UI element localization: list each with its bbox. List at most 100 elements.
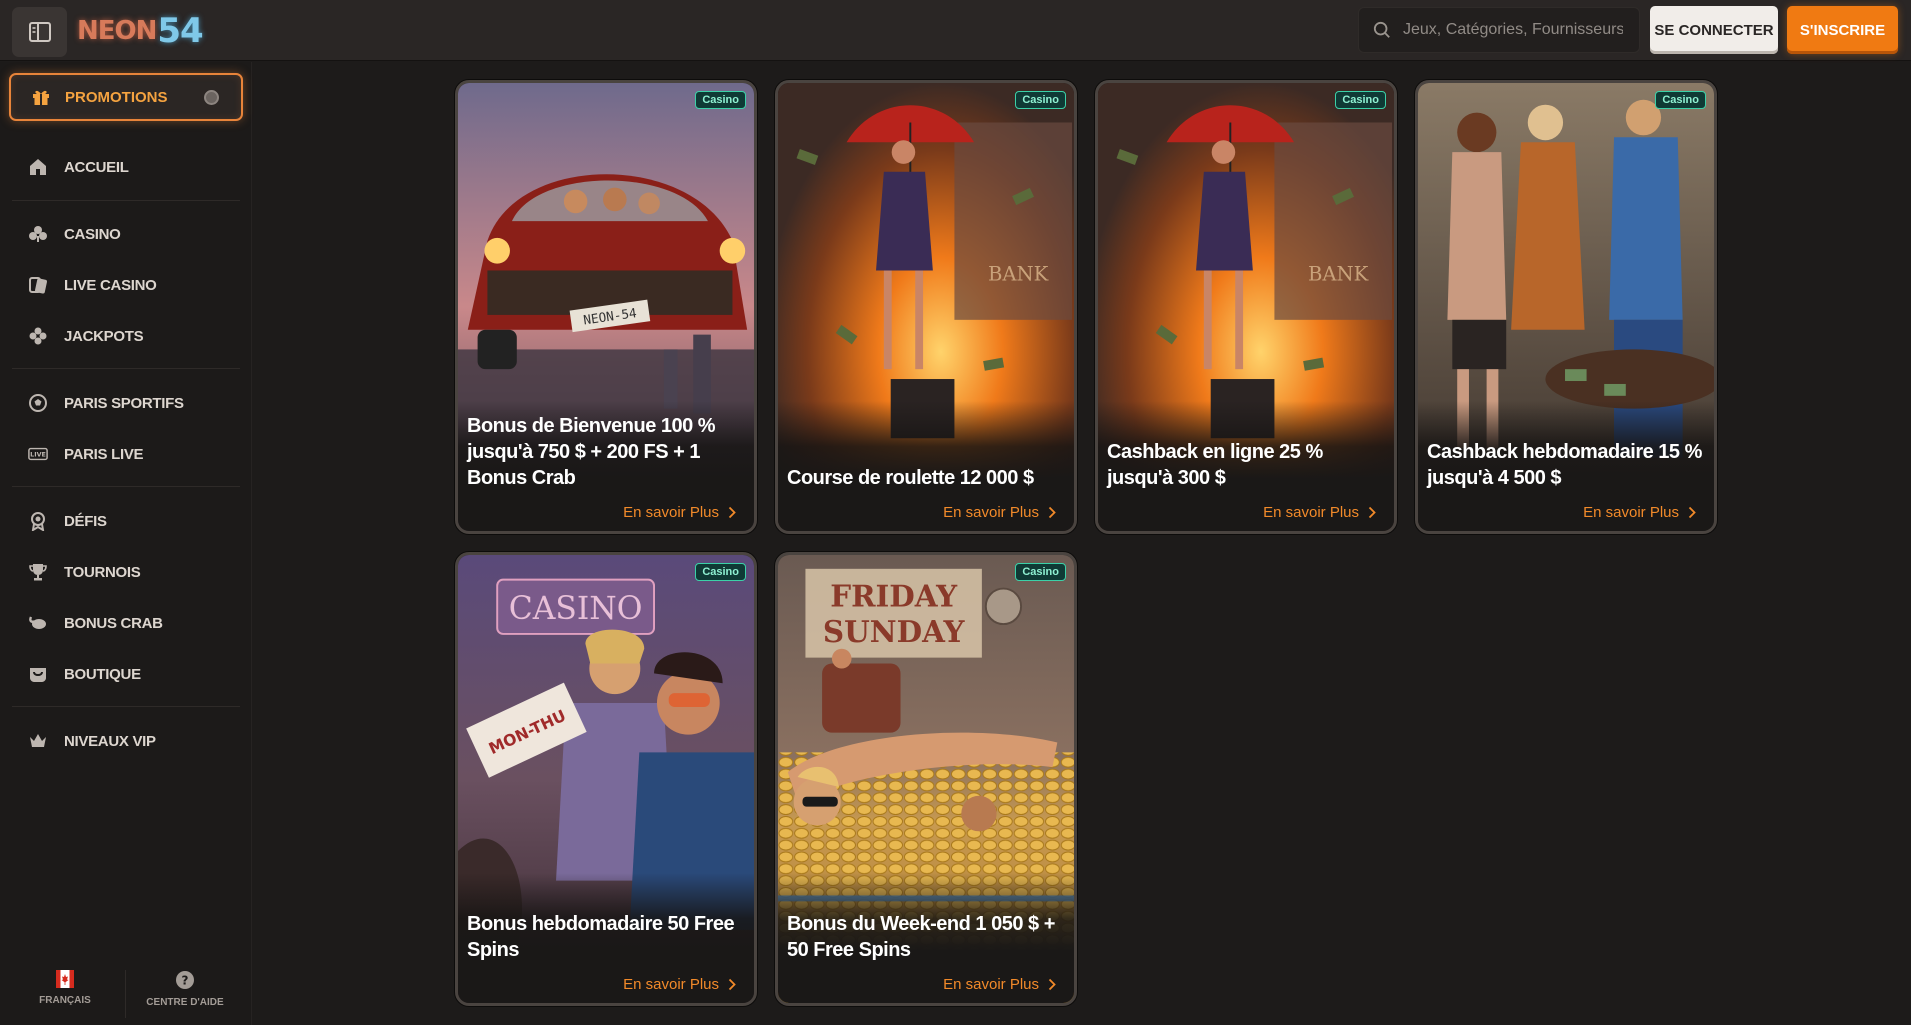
svg-text:FRIDAY: FRIDAY <box>830 578 958 613</box>
login-button[interactable]: SE CONNECTER <box>1650 6 1778 54</box>
sidebar-item-jackpots[interactable]: JACKPOTS <box>28 321 144 351</box>
help-label: CENTRE D'AIDE <box>146 997 224 1008</box>
sidebar-toggle-icon <box>28 22 51 42</box>
footer-divider <box>125 970 126 1018</box>
category-badge: Casino <box>1335 91 1386 109</box>
sidebar-item-bonus-crab[interactable]: BONUS CRAB <box>28 608 163 638</box>
promo-title: Cashback hebdomadaire 15 % jusqu'à 4 500… <box>1427 441 1702 489</box>
learn-more-label: En savoir Plus <box>943 976 1039 993</box>
learn-more-link[interactable]: En savoir Plus <box>943 504 1056 521</box>
home-icon <box>28 157 48 177</box>
sidebar-item-vip[interactable]: NIVEAUX VIP <box>28 726 156 756</box>
category-badge: Casino <box>1015 563 1066 581</box>
award-icon <box>28 511 48 531</box>
learn-more-link[interactable]: En savoir Plus <box>623 976 736 993</box>
canada-flag-icon <box>56 970 74 988</box>
cards-icon <box>28 275 48 295</box>
sidebar-item-label: PROMOTIONS <box>65 88 168 106</box>
coin-icon <box>204 90 219 105</box>
signup-button[interactable]: S'INSCRIRE <box>1787 6 1898 54</box>
svg-text:SUNDAY: SUNDAY <box>823 614 966 649</box>
learn-more-link[interactable]: En savoir Plus <box>1263 504 1376 521</box>
chevron-right-icon <box>1368 506 1376 519</box>
promo-card-online-cashback[interactable]: BANK Casino Cashback en ligne 25 % jusqu… <box>1095 80 1397 534</box>
sidebar-item-challenges[interactable]: DÉFIS <box>28 506 107 536</box>
learn-more-link[interactable]: En savoir Plus <box>1583 504 1696 521</box>
svg-text:BANK: BANK <box>1308 262 1369 285</box>
gift-icon <box>33 90 49 105</box>
learn-more-label: En savoir Plus <box>1583 504 1679 521</box>
promo-title: Cashback en ligne 25 % jusqu'à 300 $ <box>1107 441 1323 489</box>
search-input[interactable] <box>1403 21 1623 39</box>
category-badge: Casino <box>695 563 746 581</box>
sidebar-divider <box>12 368 240 369</box>
chevron-right-icon <box>1048 506 1056 519</box>
promo-card-welcome-bonus[interactable]: NEON-54 Casino Bonus de Bienvenue 100 % … <box>455 80 757 534</box>
sidebar-divider <box>12 706 240 707</box>
category-badge: Casino <box>1655 91 1706 109</box>
learn-more-label: En savoir Plus <box>623 976 719 993</box>
promo-title: Bonus hebdomadaire 50 Free Spins <box>467 913 735 961</box>
chevron-right-icon <box>728 506 736 519</box>
sidebar-item-label: DÉFIS <box>64 512 107 530</box>
crown-icon <box>28 731 48 751</box>
sidebar-item-home[interactable]: ACCUEIL <box>28 152 129 182</box>
promo-title: Bonus de Bienvenue 100 % jusqu'à 750 $ +… <box>467 415 716 489</box>
promo-card-weekend-bonus[interactable]: FRIDAY SUNDAY Casino Bonus du Week-end 1… <box>775 552 1077 1006</box>
sidebar-item-shop[interactable]: BOUTIQUE <box>28 659 141 689</box>
help-icon: ? <box>176 971 194 989</box>
sidebar-item-label: BONUS CRAB <box>64 614 163 632</box>
learn-more-label: En savoir Plus <box>1263 504 1359 521</box>
sidebar: PROMOTIONS ACCUEIL CASINO LIVE CASINO JA… <box>0 62 252 1025</box>
sidebar-item-label: PARIS LIVE <box>64 445 144 463</box>
sidebar-divider <box>12 200 240 201</box>
promo-card-weekly-cashback[interactable]: Casino Cashback hebdomadaire 15 % jusqu'… <box>1415 80 1717 534</box>
svg-text:?: ? <box>182 974 189 988</box>
category-badge: Casino <box>1015 91 1066 109</box>
help-center-link[interactable]: ? CENTRE D'AIDE <box>130 970 240 1020</box>
sidebar-item-label: TOURNOIS <box>64 563 141 581</box>
shop-icon <box>28 664 48 684</box>
sidebar-item-live-casino[interactable]: LIVE CASINO <box>28 270 157 300</box>
sidebar-toggle-button[interactable] <box>12 7 67 57</box>
learn-more-link[interactable]: En savoir Plus <box>623 504 736 521</box>
neon54-logo[interactable]: NEON 54 <box>77 10 204 52</box>
sidebar-item-label: PARIS SPORTIFS <box>64 394 184 412</box>
language-label: FRANÇAIS <box>39 995 91 1006</box>
learn-more-label: En savoir Plus <box>943 504 1039 521</box>
logo-text: NEON <box>77 16 157 46</box>
live-icon: LIVE <box>28 444 48 464</box>
sidebar-item-promotions[interactable]: PROMOTIONS <box>9 73 243 121</box>
language-selector[interactable]: FRANÇAIS <box>10 970 120 1020</box>
soccer-ball-icon <box>28 393 48 413</box>
learn-more-label: En savoir Plus <box>623 504 719 521</box>
sidebar-item-label: CASINO <box>64 225 121 243</box>
sidebar-item-casino[interactable]: CASINO <box>28 219 121 249</box>
sidebar-divider <box>12 486 240 487</box>
sidebar-item-label: JACKPOTS <box>64 327 144 345</box>
club-icon <box>28 224 48 244</box>
promo-title: Course de roulette 12 000 $ <box>787 467 1034 489</box>
logo-number: 54 <box>157 11 203 51</box>
chevron-right-icon <box>1688 506 1696 519</box>
promo-card-weekly-free-spins[interactable]: CASINO MON-THU Casino Bonus hebdomadaire… <box>455 552 757 1006</box>
chevron-right-icon <box>1048 978 1056 991</box>
sidebar-item-live-betting[interactable]: LIVE PARIS LIVE <box>28 439 144 469</box>
clover-icon <box>28 326 48 346</box>
svg-text:BANK: BANK <box>988 262 1049 285</box>
chevron-right-icon <box>728 978 736 991</box>
top-header: NEON 54 SE CONNECTER S'INSCRIRE <box>0 0 1911 61</box>
sidebar-item-label: LIVE CASINO <box>64 276 157 294</box>
search-box[interactable] <box>1358 7 1640 53</box>
svg-text:CASINO: CASINO <box>509 591 643 627</box>
sidebar-item-label: BOUTIQUE <box>64 665 141 683</box>
search-icon <box>1373 21 1390 38</box>
promo-title: Bonus du Week-end 1 050 $ + 50 Free Spin… <box>787 913 1055 961</box>
svg-text:LIVE: LIVE <box>30 452 46 459</box>
promo-card-roulette-race[interactable]: BANK Casino Course de roulette 12 000 $ … <box>775 80 1077 534</box>
sidebar-item-tournaments[interactable]: TOURNOIS <box>28 557 141 587</box>
sidebar-item-label: NIVEAUX VIP <box>64 732 156 750</box>
crab-icon <box>28 613 48 633</box>
sidebar-item-sports[interactable]: PARIS SPORTIFS <box>28 388 184 418</box>
learn-more-link[interactable]: En savoir Plus <box>943 976 1056 993</box>
